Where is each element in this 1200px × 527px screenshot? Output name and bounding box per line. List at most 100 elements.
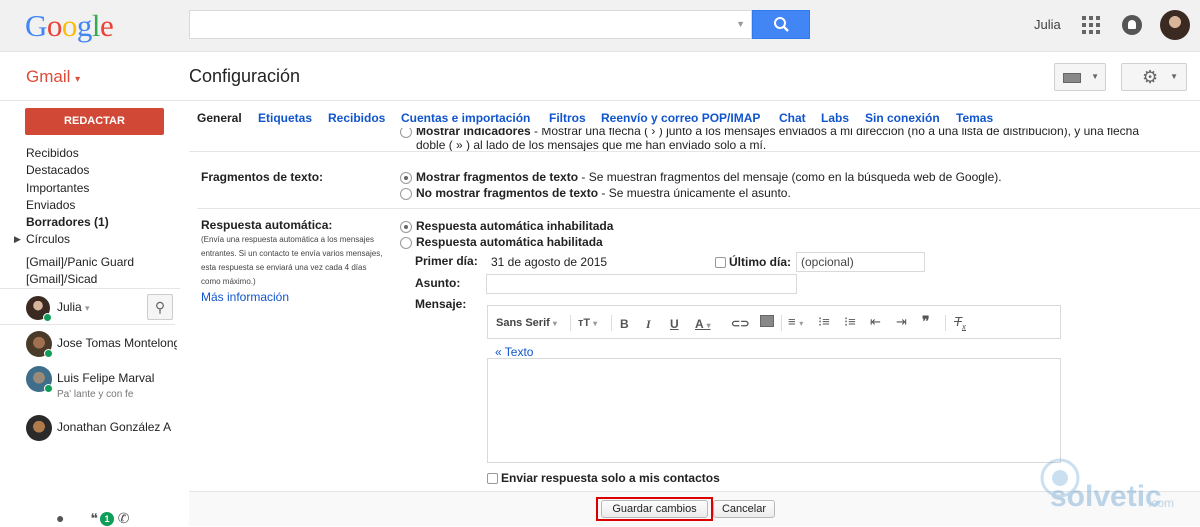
online-status-icon	[43, 313, 52, 322]
tab-forwarding[interactable]: Reenvío y correo POP/IMAP	[601, 111, 760, 125]
save-button[interactable]: Guardar cambios	[601, 500, 708, 518]
chat-search-button[interactable]: ⚲	[147, 294, 173, 320]
online-status-icon	[44, 349, 53, 358]
remove-formatting-icon[interactable]: Tx	[954, 314, 966, 332]
contact-name: Jonathan González A	[57, 420, 172, 434]
google-logo[interactable]: Google	[25, 8, 114, 44]
watermark-brand: solvetic	[1050, 480, 1162, 513]
message-body-input[interactable]	[487, 358, 1061, 463]
gmail-menu[interactable]: Gmail ▾	[26, 67, 80, 87]
page-title: Configuración	[189, 66, 301, 86]
tab-chat[interactable]: Chat	[779, 111, 806, 125]
sidebar-item-drafts[interactable]: Borradores (1)	[26, 214, 134, 231]
search-input[interactable]: ▼	[189, 10, 752, 39]
bold-icon[interactable]: B	[620, 317, 629, 331]
link-icon[interactable]: ⊂⊃	[731, 317, 749, 330]
divider	[0, 288, 180, 289]
separator	[570, 315, 571, 331]
align-icon[interactable]: ≡ ▾	[788, 314, 803, 329]
snippets-hide-radio[interactable]	[400, 188, 412, 200]
tab-general[interactable]: General	[197, 111, 242, 125]
phone-icon[interactable]: ✆	[118, 510, 130, 526]
quote-text-link[interactable]: « Texto	[495, 345, 533, 359]
left-sidebar: REDACTAR Recibidos Destacados Importante…	[0, 102, 180, 526]
contacts-only-checkbox[interactable]	[487, 473, 498, 484]
image-icon[interactable]	[760, 315, 774, 327]
font-size-icon[interactable]: ᴛT ▾	[578, 317, 597, 329]
notification-badge: 1	[100, 512, 114, 526]
autoreply-on-radio[interactable]	[400, 237, 412, 249]
tab-themes[interactable]: Temas	[956, 111, 993, 125]
bulleted-list-icon[interactable]: ⁝≡	[844, 314, 856, 330]
search-icon	[774, 17, 789, 32]
autoreply-off-radio[interactable]	[400, 221, 412, 233]
watermark-logo: solvetic .com	[1030, 450, 1185, 520]
italic-icon[interactable]: I	[646, 317, 651, 332]
font-family-select[interactable]: Sans Serif ▾	[496, 317, 557, 329]
autoreply-help: (Envía una respuesta automática a los me…	[201, 233, 386, 289]
avatar	[26, 415, 52, 441]
indent-less-icon[interactable]: ⇤	[870, 314, 881, 330]
search-icon: ⚲	[154, 299, 166, 315]
search-button[interactable]	[752, 10, 810, 39]
more-info-link[interactable]: Más información	[201, 290, 289, 304]
snippets-show-radio[interactable]	[400, 172, 412, 184]
autoreply-on-option[interactable]: Respuesta automática habilitada	[416, 235, 603, 249]
formatting-toolbar: Sans Serif ▾ ᴛT ▾ B I U A ▾ ⊂⊃ ≡ ▾ ⁝≡ ⁝≡…	[487, 305, 1061, 339]
contacts-only-label: Enviar respuesta solo a mis contactos	[501, 471, 720, 485]
sidebar-item-important[interactable]: Importantes	[26, 180, 134, 197]
last-day-checkbox[interactable]	[715, 257, 726, 268]
tab-labs[interactable]: Labs	[821, 111, 849, 125]
tab-offline[interactable]: Sin conexión	[865, 111, 940, 125]
autoreply-off-option[interactable]: Respuesta automática inhabilitada	[416, 219, 613, 233]
tab-labels[interactable]: Etiquetas	[258, 111, 312, 125]
user-name[interactable]: Julia	[1034, 17, 1061, 32]
search-options-icon[interactable]: ▼	[736, 19, 745, 29]
tab-inbox[interactable]: Recibidos	[328, 111, 385, 125]
separator	[611, 315, 612, 331]
person-icon[interactable]: ●	[56, 510, 64, 526]
top-bar: Google ▼ Julia	[0, 0, 1200, 52]
first-day-label: Primer día:	[415, 254, 478, 268]
subject-label: Asunto:	[415, 276, 461, 290]
hangouts-icon[interactable]: ❝	[90, 510, 98, 526]
snippets-show-option[interactable]: Mostrar fragmentos de texto - Se muestra…	[416, 170, 1002, 184]
sidebar-item-inbox[interactable]: Recibidos	[26, 145, 134, 162]
divider	[0, 324, 175, 325]
cancel-button[interactable]: Cancelar	[713, 500, 775, 518]
text-color-icon[interactable]: A ▾	[695, 317, 711, 331]
last-day-input[interactable]: (opcional)	[796, 252, 925, 272]
underline-icon[interactable]: U	[670, 317, 679, 331]
quote-icon[interactable]: ❞	[922, 313, 930, 330]
bottom-icons: ● ❝ ✆	[56, 510, 130, 527]
folder-list: Recibidos Destacados Importantes Enviado…	[14, 145, 134, 288]
subject-input[interactable]	[486, 274, 797, 294]
sidebar-item-sicad[interactable]: [Gmail]/Sicad	[26, 271, 134, 288]
sidebar-item-circles[interactable]: ▶ Círculos	[14, 231, 134, 248]
numbered-list-icon[interactable]: ⁝≡	[818, 314, 830, 330]
chevron-down-icon: ▼	[1170, 72, 1178, 81]
tab-filters[interactable]: Filtros	[549, 111, 586, 125]
indicators-text-2: doble ( » ) al lado de los mensajes que …	[416, 138, 767, 152]
sidebar-item-starred[interactable]: Destacados	[26, 162, 134, 179]
chevron-down-icon: ▼	[1091, 72, 1099, 81]
watermark-suffix: .com	[1148, 496, 1175, 510]
apps-grid-icon[interactable]	[1082, 16, 1100, 34]
compose-button[interactable]: REDACTAR	[25, 108, 164, 135]
contact-name: Jose Tomas Montelongo	[57, 336, 177, 350]
sidebar-item-label: Círculos	[26, 232, 71, 247]
notifications-bell-icon[interactable]	[1122, 15, 1142, 35]
settings-tabs: General Etiquetas Recibidos Cuentas e im…	[189, 102, 1200, 128]
tab-accounts[interactable]: Cuentas e importación	[401, 111, 530, 125]
sidebar-item-panic-guard[interactable]: [Gmail]/Panic Guard	[26, 254, 134, 271]
settings-button[interactable]: ⚙ ▼	[1121, 63, 1187, 91]
account-avatar[interactable]	[1160, 10, 1190, 40]
indent-more-icon[interactable]: ⇥	[896, 314, 907, 330]
input-tools-button[interactable]: ▼	[1054, 63, 1106, 91]
sidebar-item-sent[interactable]: Enviados	[26, 197, 134, 214]
first-day-input[interactable]: 31 de agosto de 2015	[486, 252, 616, 272]
chat-me-name: Julia ▾	[57, 300, 90, 314]
expand-arrow-icon[interactable]: ▶	[14, 231, 21, 248]
autoreply-help-text: (Envía una respuesta automática a los me…	[201, 235, 383, 286]
snippets-hide-option[interactable]: No mostrar fragmentos de texto - Se mues…	[416, 186, 791, 200]
